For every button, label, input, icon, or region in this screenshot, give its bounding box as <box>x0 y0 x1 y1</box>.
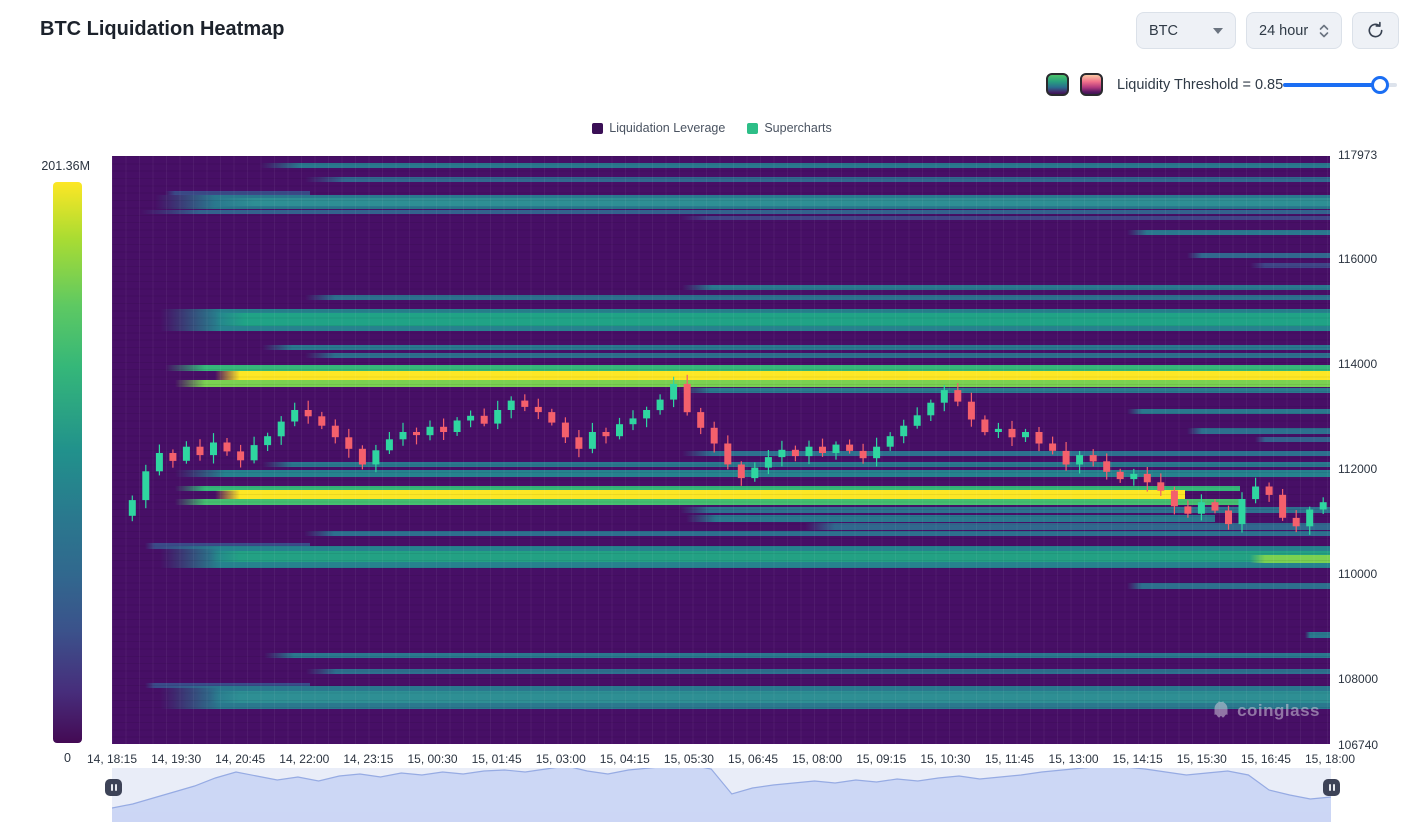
liquidity-threshold-label: Liquidity Threshold = 0.85 <box>1117 77 1283 93</box>
liquidation-band <box>686 515 1215 522</box>
x-axis-label: 15, 00:30 <box>407 752 457 766</box>
liquidation-band <box>682 285 1330 290</box>
liquidation-band <box>1250 263 1330 268</box>
coinglass-watermark: coinglass <box>1211 700 1320 722</box>
colormap-viridis-button[interactable] <box>1046 73 1069 96</box>
x-axis-label: 15, 01:45 <box>472 752 522 766</box>
legend-item-liquidation-leverage[interactable]: Liquidation Leverage <box>592 121 725 135</box>
x-axis-label: 15, 15:30 <box>1177 752 1227 766</box>
x-axis-label: 15, 03:00 <box>536 752 586 766</box>
liquidation-band <box>175 380 1330 387</box>
x-axis-label: 14, 22:00 <box>279 752 329 766</box>
liquidation-band <box>805 523 1330 530</box>
y-axis-label: 116000 <box>1338 252 1377 266</box>
chevron-down-icon <box>1213 28 1223 34</box>
legend-item-supercharts[interactable]: Supercharts <box>747 121 831 135</box>
liquidation-band <box>1250 555 1330 563</box>
legend-label: Liquidation Leverage <box>609 121 725 135</box>
liquidation-band <box>215 198 1330 206</box>
liquidation-band <box>175 499 1240 505</box>
colorbar-min-label: 0 <box>53 751 82 765</box>
x-axis-label: 15, 09:15 <box>856 752 906 766</box>
x-axis-label: 15, 04:15 <box>600 752 650 766</box>
colorbar-max-label: 201.36M <box>0 159 90 173</box>
liquidation-band <box>680 216 1330 220</box>
liquidation-band <box>680 507 1330 513</box>
liquidation-band <box>260 163 1330 168</box>
liquidation-band <box>264 653 1330 658</box>
legend-label: Supercharts <box>764 121 831 135</box>
timeframe-select-value: 24 hour <box>1259 23 1308 39</box>
navigator-left-handle[interactable] <box>105 779 122 796</box>
liquidation-band <box>680 388 1330 393</box>
x-axis-label: 15, 08:00 <box>792 752 842 766</box>
ghost-logo-icon <box>1211 700 1231 722</box>
colorbar-gradient <box>53 182 82 743</box>
refresh-icon <box>1366 21 1385 40</box>
symbol-select[interactable]: BTC <box>1136 12 1236 49</box>
liquidation-band <box>210 551 1330 562</box>
liquidation-band <box>215 313 1330 326</box>
x-axis-label: 14, 23:15 <box>343 752 393 766</box>
navigator-right-handle[interactable] <box>1323 779 1340 796</box>
slider-handle[interactable] <box>1371 76 1389 94</box>
liquidation-band <box>262 345 1330 350</box>
y-axis-label: 112000 <box>1338 462 1377 476</box>
y-axis-label: 114000 <box>1338 357 1377 371</box>
liquidation-band <box>1255 437 1330 442</box>
y-axis-label: 108000 <box>1338 672 1378 686</box>
page-title: BTC Liquidation Heatmap <box>40 18 284 41</box>
liquidation-band <box>304 531 1330 536</box>
liquidation-band <box>306 669 1330 674</box>
x-axis-label: 15, 06:45 <box>728 752 778 766</box>
liquidation-band <box>1127 409 1330 414</box>
y-axis-label: 106740 <box>1338 738 1378 752</box>
legend-swatch <box>747 123 758 134</box>
liquidity-threshold-slider[interactable] <box>1283 83 1397 87</box>
liquidation-band <box>305 177 1330 182</box>
x-axis-label: 15, 13:00 <box>1049 752 1099 766</box>
liquidation-band <box>682 451 1330 456</box>
liquidation-band <box>175 470 1330 477</box>
liquidation-band <box>140 210 1330 214</box>
x-axis-label: 14, 18:15 <box>87 752 137 766</box>
x-axis-label: 15, 18:00 <box>1305 752 1355 766</box>
watermark-text: coinglass <box>1237 701 1320 721</box>
liquidation-band <box>305 353 1330 358</box>
up-down-chevrons-icon <box>1319 23 1329 39</box>
refresh-button[interactable] <box>1352 12 1399 49</box>
x-axis-label: 14, 19:30 <box>151 752 201 766</box>
x-axis-label: 15, 10:30 <box>920 752 970 766</box>
colormap-magma-button[interactable] <box>1080 73 1103 96</box>
liquidation-band <box>1187 253 1330 258</box>
x-axis-label: 15, 11:45 <box>985 752 1034 766</box>
chart-legend: Liquidation Leverage Supercharts <box>0 121 1424 135</box>
y-axis-label: 117973 <box>1338 148 1377 162</box>
time-axis: 14, 18:1514, 19:3014, 20:4514, 22:0014, … <box>112 752 1330 768</box>
x-axis-label: 15, 05:30 <box>664 752 714 766</box>
x-axis-label: 15, 16:45 <box>1241 752 1291 766</box>
legend-swatch <box>592 123 603 134</box>
x-axis-label: 14, 20:45 <box>215 752 265 766</box>
liquidation-band <box>1127 583 1330 589</box>
liquidation-heatmap-plot[interactable]: coinglass <box>112 156 1330 744</box>
liquidation-band <box>210 691 1330 703</box>
y-axis-label: 110000 <box>1338 567 1377 581</box>
liquidation-band <box>1127 230 1330 235</box>
x-axis-label: 15, 14:15 <box>1113 752 1163 766</box>
liquidation-band <box>215 490 1185 499</box>
navigator-track[interactable] <box>112 812 1331 822</box>
symbol-select-value: BTC <box>1149 23 1178 39</box>
navigator-area-chart <box>112 768 1331 812</box>
timeframe-select[interactable]: 24 hour <box>1246 12 1342 49</box>
liquidation-band <box>1305 632 1330 638</box>
range-navigator[interactable] <box>112 768 1331 812</box>
liquidation-band <box>305 295 1330 300</box>
liquidation-band <box>262 462 1330 467</box>
liquidation-band <box>1187 428 1330 434</box>
liquidation-band <box>215 371 1330 380</box>
